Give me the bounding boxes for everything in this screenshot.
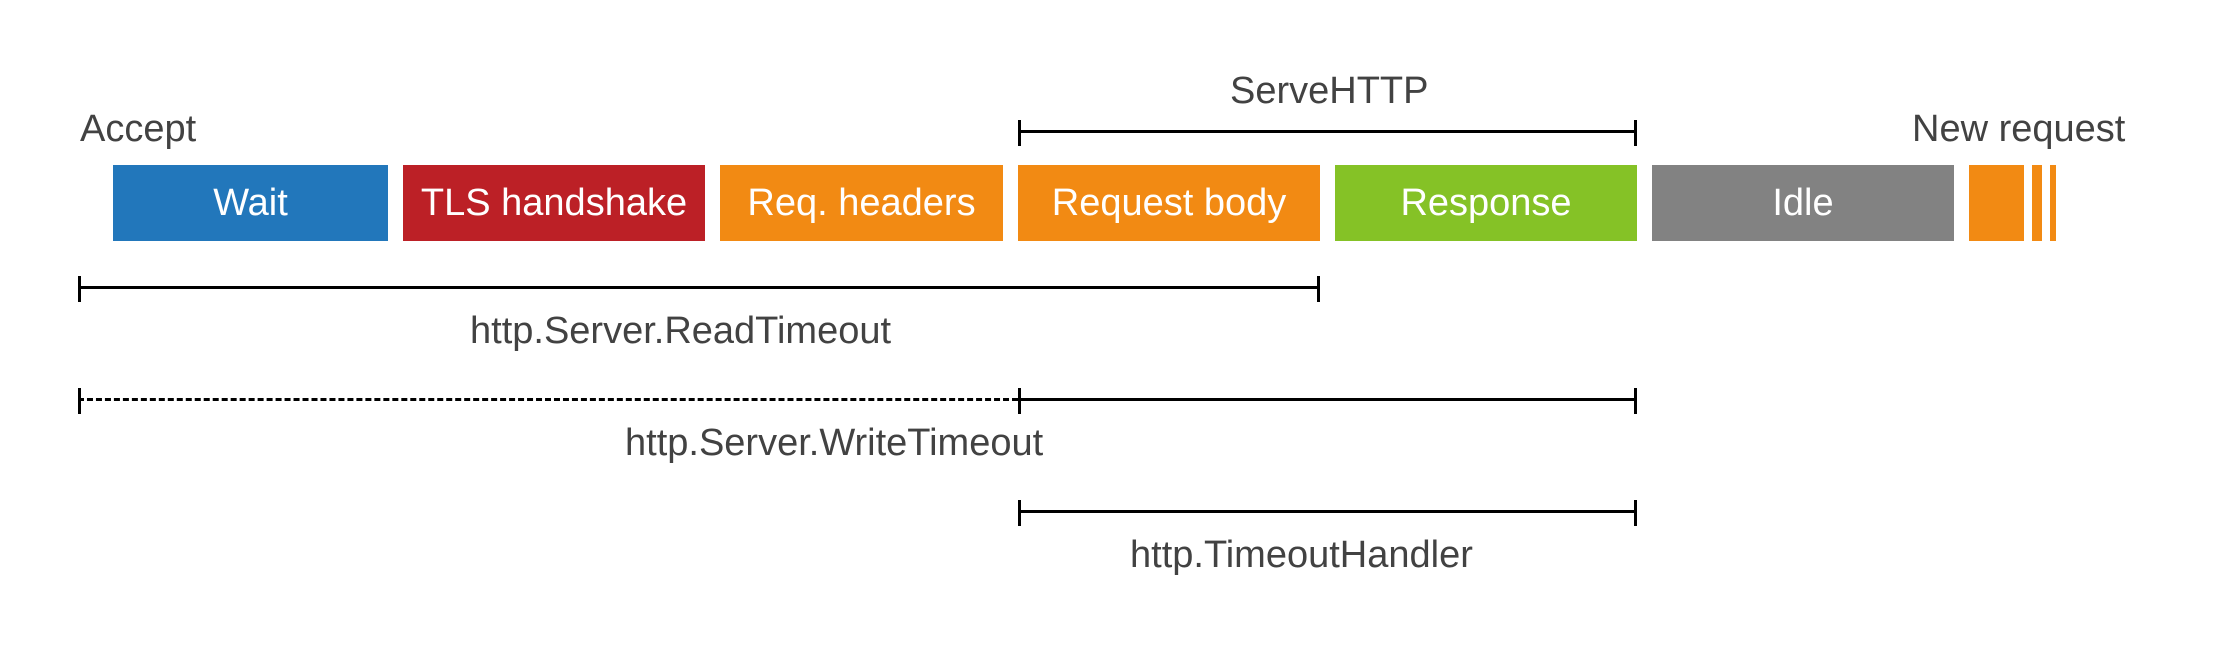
new-request-sliver-2 (2032, 165, 2042, 241)
timeout-handler-bracket (1018, 510, 1637, 536)
read-timeout-label: http.Server.ReadTimeout (470, 310, 891, 353)
new-request-label: New request (1912, 108, 2125, 151)
phase-wait-label: Wait (213, 182, 288, 225)
phase-tls-label: TLS handshake (421, 182, 687, 225)
write-timeout-bracket-solid (1018, 398, 1637, 424)
phase-tls: TLS handshake (403, 165, 705, 241)
write-timeout-label: http.Server.WriteTimeout (625, 422, 1043, 465)
phase-req-headers-label: Req. headers (747, 182, 975, 225)
read-timeout-bracket (78, 286, 1320, 312)
new-request-sliver-3 (2050, 165, 2056, 241)
phase-response: Response (1335, 165, 1637, 241)
phase-idle-label: Idle (1772, 182, 1833, 225)
phase-req-headers: Req. headers (720, 165, 1003, 241)
serve-http-label: ServeHTTP (1230, 70, 1428, 113)
serve-http-bracket (1018, 130, 1637, 156)
timeout-handler-label: http.TimeoutHandler (1130, 534, 1473, 577)
phase-wait: Wait (113, 165, 388, 241)
phase-req-body-label: Request body (1052, 182, 1287, 225)
write-timeout-bracket-dashed (78, 398, 1018, 401)
phase-response-label: Response (1400, 182, 1571, 225)
phase-idle: Idle (1652, 165, 1954, 241)
accept-label: Accept (80, 108, 196, 151)
phase-req-body: Request body (1018, 165, 1320, 241)
new-request-sliver-1 (1969, 165, 2024, 241)
